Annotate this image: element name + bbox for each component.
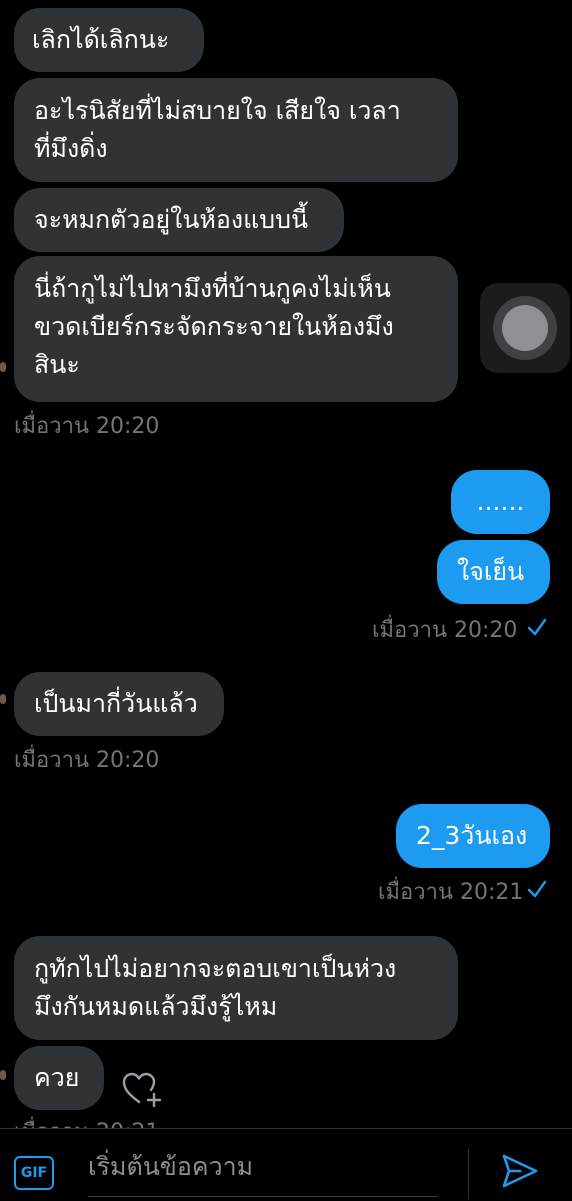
heart-add-icon[interactable] [120,1068,164,1108]
message-timestamp: เมื่อวาน 20:20 [14,748,160,773]
assistive-touch-icon[interactable] [480,283,570,373]
received-message[interactable]: กูทักไปไม่อยากจะตอบเขาเป็นห่วง มึงกันหมด… [14,936,458,1040]
message-composer: GIF เริ่มต้นข้อความ [0,1128,572,1201]
received-message[interactable]: ควย [14,1046,104,1110]
assistive-touch-core [502,305,548,351]
message-timestamp: เมื่อวาน 20:21 [378,880,524,905]
sent-message[interactable]: ...... [451,470,550,534]
message-input[interactable]: เริ่มต้นข้อความ [88,1147,438,1197]
received-message[interactable]: นี่ถ้ากูไม่ไปหามึงที่บ้านกูคงไม่เห็น ขวด… [14,256,458,402]
received-message[interactable]: อะไรนิสัยที่ไม่สบายใจ เสียใจ เวลา ที่มึง… [14,78,458,182]
message-timestamp: เมื่อวาน 20:20 [372,618,518,643]
message-timestamp: เมื่อวาน 20:20 [14,414,160,439]
received-message[interactable]: เลิกได้เลิกนะ [14,8,204,72]
check-icon [527,618,547,636]
sent-message[interactable]: 2_3วันเอง [396,804,550,868]
send-icon[interactable] [500,1151,540,1191]
avatar [0,694,6,704]
received-message[interactable]: จะหมกตัวอยู่ในห้องแบบนี้ [14,188,344,252]
avatar [0,362,6,372]
gif-button[interactable]: GIF [14,1156,54,1190]
received-message[interactable]: เป็นมากี่วันแล้ว [14,672,224,736]
check-icon [527,880,547,898]
divider [468,1149,469,1199]
avatar [0,1070,6,1080]
sent-message[interactable]: ใจเย็น [437,540,550,604]
